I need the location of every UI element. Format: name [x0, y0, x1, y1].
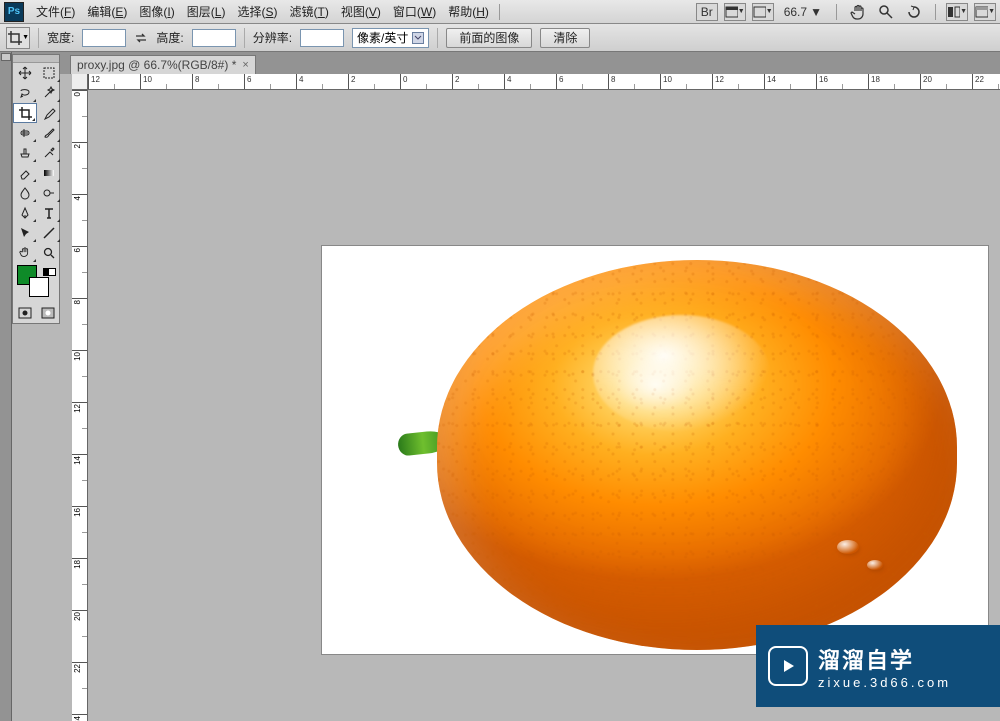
height-label: 高度:: [156, 29, 183, 46]
current-tool-indicator[interactable]: ▼: [6, 27, 30, 49]
width-label: 宽度:: [47, 29, 74, 46]
resolution-unit-select[interactable]: 像素/英寸: [352, 28, 429, 48]
menu-filter[interactable]: 滤镜(T): [283, 1, 334, 22]
history-brush-tool[interactable]: [37, 143, 61, 163]
menu-help[interactable]: 帮助(H): [442, 1, 495, 22]
canvas[interactable]: [322, 246, 988, 654]
panel-grip[interactable]: [13, 55, 59, 63]
color-swatches: [13, 263, 59, 303]
options-bar: ▼ 宽度: 高度: 分辨率: 像素/英寸 前面的图像 清除: [0, 24, 1000, 52]
swap-icon[interactable]: [134, 31, 148, 45]
watermark-badge: 溜溜自学 zixue.3d66.com: [756, 625, 1000, 707]
workspace: proxy.jpg @ 66.7%(RGB/8#) * × 1210864202…: [0, 52, 1000, 721]
marquee-tool[interactable]: [37, 63, 61, 83]
menu-image[interactable]: 图像(I): [133, 1, 180, 22]
shape-tool[interactable]: [37, 223, 61, 243]
panel-dock-strip[interactable]: [0, 52, 12, 721]
crop-tool[interactable]: [13, 103, 37, 123]
document-tab[interactable]: proxy.jpg @ 66.7%(RGB/8#) * ×: [70, 55, 256, 74]
menu-right-group: Br ▼ ▼ 66.7 ▼ ▼ ▼: [696, 3, 996, 21]
menu-window[interactable]: 窗口(W): [387, 1, 442, 22]
layout-dropdown[interactable]: ▼: [724, 3, 746, 21]
move-tool[interactable]: [13, 63, 37, 83]
separator: [437, 28, 438, 48]
brush-tool[interactable]: [37, 123, 61, 143]
water-droplet: [867, 560, 883, 570]
arrange-dropdown[interactable]: ▼: [946, 3, 968, 21]
height-input[interactable]: [192, 29, 236, 47]
separator: [935, 4, 936, 20]
document-area: proxy.jpg @ 66.7%(RGB/8#) * × 1210864202…: [12, 52, 1000, 721]
bridge-button[interactable]: Br: [696, 3, 718, 21]
image-content: [372, 256, 952, 654]
dodge-tool[interactable]: [37, 183, 61, 203]
hand-tool-icon[interactable]: [847, 3, 869, 21]
front-image-button[interactable]: 前面的图像: [446, 28, 532, 48]
clone-stamp-tool[interactable]: [13, 143, 37, 163]
watermark-url: zixue.3d66.com: [818, 675, 951, 690]
play-icon: [768, 646, 808, 686]
pen-tool[interactable]: [13, 203, 37, 223]
path-selection-tool[interactable]: [13, 223, 37, 243]
menu-view[interactable]: 视图(V): [335, 1, 387, 22]
gradient-tool[interactable]: [37, 163, 61, 183]
resolution-label: 分辨率:: [253, 29, 292, 46]
background-color[interactable]: [29, 277, 49, 297]
magic-wand-tool[interactable]: [37, 83, 61, 103]
tool-panel: [12, 54, 60, 324]
vertical-ruler[interactable]: 024681012141618202224: [72, 90, 88, 721]
menu-edit[interactable]: 编辑(E): [81, 1, 133, 22]
separator: [38, 28, 39, 48]
separator: [499, 4, 500, 20]
eraser-tool[interactable]: [13, 163, 37, 183]
zoom-value[interactable]: 66.7 ▼: [780, 5, 826, 19]
separator: [836, 4, 837, 20]
document-tab-title: proxy.jpg @ 66.7%(RGB/8#) *: [77, 58, 236, 72]
type-tool[interactable]: [37, 203, 61, 223]
rotate-view-icon[interactable]: [903, 3, 925, 21]
app-logo: Ps: [4, 2, 24, 22]
menu-file[interactable]: 文件(F): [30, 1, 81, 22]
zoom-tool-icon[interactable]: [875, 3, 897, 21]
screenmode-dropdown[interactable]: ▼: [752, 3, 774, 21]
menu-layer[interactable]: 图层(L): [181, 1, 232, 22]
width-input[interactable]: [82, 29, 126, 47]
horizontal-ruler[interactable]: 1210864202468101214161820222426283032343…: [88, 74, 1000, 90]
fruit-body: [437, 260, 957, 650]
clear-button[interactable]: 清除: [540, 28, 590, 48]
watermark-title: 溜溜自学: [818, 643, 951, 675]
chevron-down-icon: ▼: [810, 5, 822, 19]
close-tab-icon[interactable]: ×: [242, 59, 248, 71]
resolution-input[interactable]: [300, 29, 344, 47]
standard-mode-icon[interactable]: [13, 303, 36, 323]
healing-brush-tool[interactable]: [13, 123, 37, 143]
separator: [244, 28, 245, 48]
unit-label: 像素/英寸: [357, 29, 408, 46]
eyedropper-tool[interactable]: [37, 103, 61, 123]
hand-tool[interactable]: [13, 243, 37, 263]
screen-switch-dropdown[interactable]: ▼: [974, 3, 996, 21]
ruler-origin[interactable]: [72, 74, 88, 90]
document-tab-strip: proxy.jpg @ 66.7%(RGB/8#) * ×: [12, 52, 1000, 74]
crop-icon: [7, 30, 22, 46]
zoom-tool[interactable]: [37, 243, 61, 263]
blur-tool[interactable]: [13, 183, 37, 203]
chevron-down-icon: [412, 32, 424, 44]
quickmask-mode-icon[interactable]: [36, 303, 59, 323]
water-droplet: [837, 540, 859, 554]
menu-bar: Ps 文件(F) 编辑(E) 图像(I) 图层(L) 选择(S) 滤镜(T) 视…: [0, 0, 1000, 24]
dock-tab[interactable]: [1, 53, 11, 61]
lasso-tool[interactable]: [13, 83, 37, 103]
menu-select[interactable]: 选择(S): [231, 1, 283, 22]
